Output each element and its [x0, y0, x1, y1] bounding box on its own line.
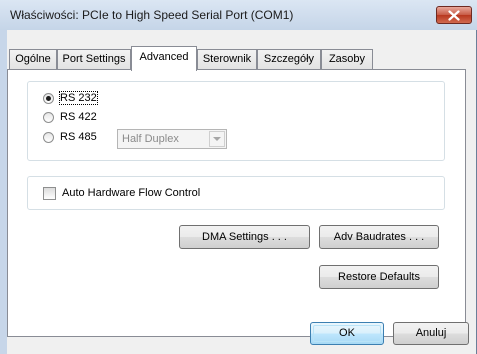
radio-rs232[interactable]: RS 232 — [43, 91, 163, 107]
radio-rs422[interactable]: RS 422 — [43, 110, 163, 126]
restore-defaults-button[interactable]: Restore Defaults — [319, 265, 439, 289]
close-icon — [448, 10, 460, 21]
radio-label-rs232: RS 232 — [59, 91, 98, 105]
ok-button[interactable]: OK — [310, 322, 384, 345]
radio-button[interactable] — [43, 132, 54, 143]
flow-control-group: Auto Hardware Flow Control — [27, 176, 445, 210]
radio-button-checked[interactable] — [43, 93, 54, 104]
tab-strip: Ogólne Port Settings Advanced Sterownik … — [7, 30, 476, 71]
adv-baudrates-button[interactable]: Adv Baudrates . . . — [319, 225, 439, 249]
radio-label-rs485: RS 485 — [60, 131, 97, 143]
duplex-select-value: Half Duplex — [122, 133, 179, 145]
tab-general[interactable]: Ogólne — [9, 49, 57, 69]
default-button-highlight — [313, 325, 381, 342]
auto-flow-control-checkbox[interactable] — [43, 187, 56, 200]
tab-driver[interactable]: Sterownik — [197, 49, 257, 69]
radio-label-rs422: RS 422 — [60, 111, 97, 123]
advanced-tab-panel: RS 232 RS 422 RS 485 Half Duplex Auto Ha… — [7, 69, 466, 337]
cancel-button[interactable]: Anuluj — [393, 322, 469, 345]
interface-group: RS 232 RS 422 RS 485 Half Duplex — [27, 81, 445, 161]
tab-advanced[interactable]: Advanced — [131, 46, 197, 71]
dma-settings-button[interactable]: DMA Settings . . . — [179, 225, 310, 249]
title-bar[interactable]: Właściwości: PCIe to High Speed Serial P… — [0, 0, 477, 30]
dialog-client-area: Ogólne Port Settings Advanced Sterownik … — [7, 30, 476, 354]
duplex-select[interactable]: Half Duplex — [117, 129, 227, 149]
window-title: Właściwości: PCIe to High Speed Serial P… — [10, 8, 294, 22]
properties-window: Właściwości: PCIe to High Speed Serial P… — [0, 0, 477, 354]
close-button[interactable] — [436, 6, 472, 24]
tab-resources[interactable]: Zasoby — [321, 49, 373, 69]
chevron-down-icon — [213, 137, 221, 141]
tab-details[interactable]: Szczegóły — [257, 49, 321, 69]
tab-port-settings[interactable]: Port Settings — [57, 49, 131, 69]
dropdown-arrow-button[interactable] — [209, 131, 225, 147]
radio-button[interactable] — [43, 112, 54, 123]
auto-flow-control-label: Auto Hardware Flow Control — [62, 187, 201, 199]
radio-rs485[interactable]: RS 485 — [43, 130, 103, 146]
